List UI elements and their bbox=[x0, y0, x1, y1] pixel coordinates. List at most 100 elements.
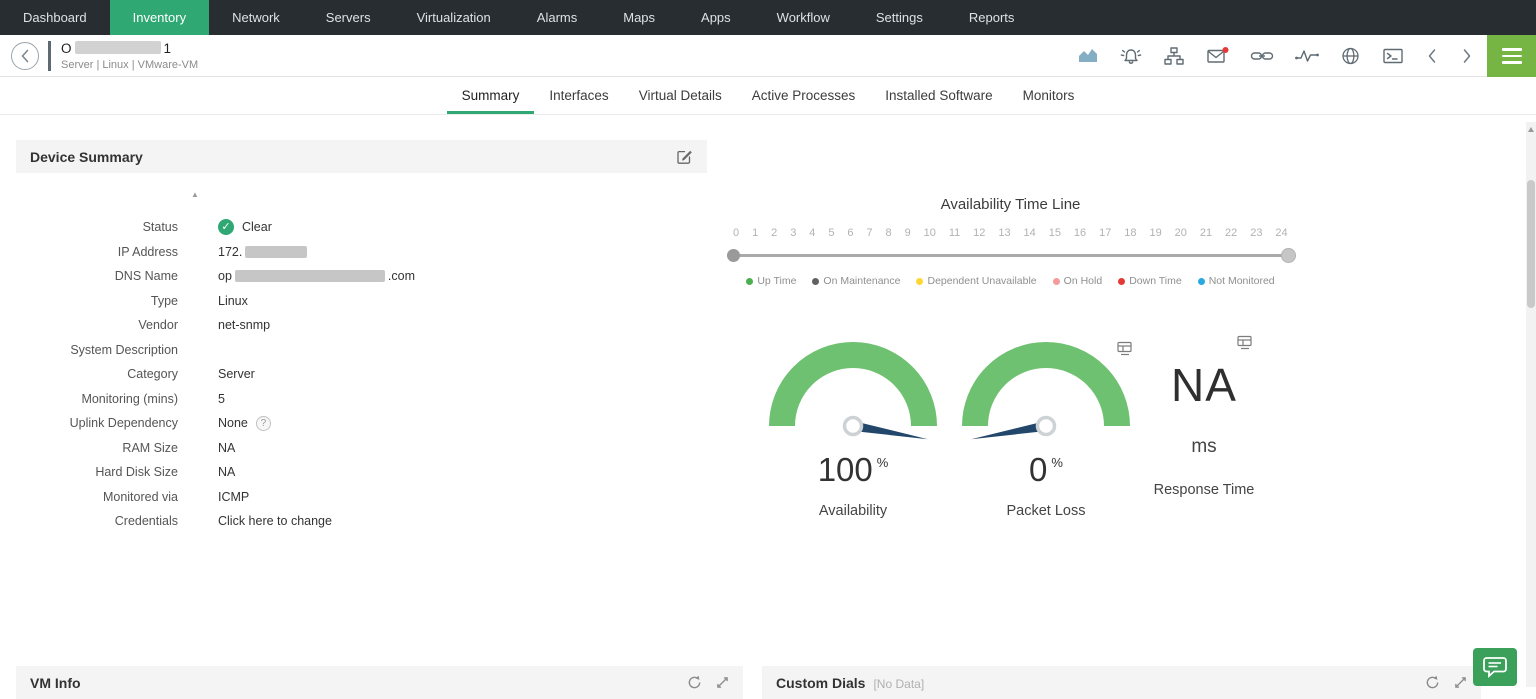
redacted-text bbox=[74, 40, 161, 54]
refresh-icon[interactable] bbox=[1425, 675, 1440, 690]
collapse-icon[interactable]: ▲ bbox=[191, 190, 199, 199]
legend-item-down-time: Down Time bbox=[1118, 275, 1182, 287]
nav-item-settings[interactable]: Settings bbox=[853, 0, 946, 35]
help-icon[interactable]: ? bbox=[255, 415, 271, 431]
legend-dot bbox=[812, 277, 820, 285]
expand-icon[interactable] bbox=[716, 676, 729, 689]
field-label: Uplink Dependency bbox=[69, 416, 178, 430]
back-button[interactable] bbox=[11, 41, 39, 70]
tab-monitors[interactable]: Monitors bbox=[1008, 77, 1090, 114]
chat-icon bbox=[1483, 657, 1507, 678]
performance-chart-icon[interactable] bbox=[1077, 46, 1099, 66]
packet-loss-dial: 0% Packet Loss bbox=[961, 342, 1131, 519]
alarm-icon[interactable] bbox=[1120, 46, 1142, 66]
tick-label: 2 bbox=[771, 227, 778, 239]
field-value: Linux bbox=[218, 293, 248, 308]
tick-label: 23 bbox=[1250, 227, 1263, 239]
title-divider bbox=[48, 40, 51, 71]
tab-active-processes[interactable]: Active Processes bbox=[737, 77, 871, 114]
field-value: ICMP bbox=[218, 489, 250, 504]
tick-label: 3 bbox=[790, 227, 797, 239]
nav-item-network[interactable]: Network bbox=[209, 0, 303, 35]
legend-dot bbox=[916, 277, 924, 285]
edit-icon[interactable] bbox=[676, 148, 693, 165]
nav-item-maps[interactable]: Maps bbox=[600, 0, 678, 35]
status-clear-icon: ✓ bbox=[218, 219, 234, 235]
availability-dial: 100% Availability bbox=[768, 342, 938, 519]
legend-item-not-monitored: Not Monitored bbox=[1197, 275, 1275, 287]
tab-installed-software[interactable]: Installed Software bbox=[870, 77, 1007, 114]
response-graph-icon[interactable] bbox=[1295, 46, 1319, 66]
app-window: { "nav": { "items": ["Dashboard", "Inven… bbox=[0, 0, 1536, 699]
tab-interfaces[interactable]: Interfaces bbox=[534, 77, 623, 114]
nav-item-inventory[interactable]: Inventory bbox=[109, 0, 210, 35]
dial-report-icon[interactable] bbox=[1237, 335, 1253, 355]
tick-label: 7 bbox=[866, 227, 873, 239]
device-header-bar: O1 Server | Linux | VMware-VM bbox=[0, 35, 1536, 77]
link-icon[interactable] bbox=[1250, 46, 1274, 66]
field-label: RAM Size bbox=[122, 440, 178, 455]
nav-item-alarms[interactable]: Alarms bbox=[514, 0, 600, 35]
no-data-label: [No Data] bbox=[873, 676, 925, 691]
field-label: DNS Name bbox=[114, 269, 178, 283]
dial-unit: ms bbox=[1191, 436, 1217, 457]
field-row-monitoring-mins: Monitoring (mins) 5 bbox=[16, 391, 707, 407]
timeline-ticks: 0 1 2 3 4 5 6 7 8 9 10 11 12 13 14 15 16 17 18 19 20 21 22 23 24 bbox=[733, 227, 1288, 239]
nav-item-servers[interactable]: Servers bbox=[303, 0, 394, 35]
slider-handle-left[interactable] bbox=[727, 249, 740, 262]
nav-item-workflow[interactable]: Workflow bbox=[754, 0, 853, 35]
field-value: net-snmp bbox=[218, 318, 271, 332]
nav-item-apps[interactable]: Apps bbox=[678, 0, 754, 35]
chat-button[interactable] bbox=[1473, 648, 1517, 686]
field-label: Monitored via bbox=[102, 489, 178, 504]
device-summary-panel: Device Summary bbox=[16, 140, 707, 173]
field-label: Status bbox=[142, 220, 178, 234]
nav-item-dashboard[interactable]: Dashboard bbox=[0, 0, 110, 35]
field-row-uplink-dependency: Uplink Dependency None? bbox=[16, 415, 707, 431]
field-value[interactable]: Click here to change bbox=[218, 514, 332, 528]
device-title-block: O1 Server | Linux | VMware-VM bbox=[61, 40, 198, 71]
tick-label: 9 bbox=[904, 227, 911, 239]
field-value: op .com bbox=[218, 269, 415, 283]
redacted-text bbox=[245, 245, 308, 258]
tick-label: 4 bbox=[809, 227, 816, 239]
previous-device-icon[interactable] bbox=[1425, 46, 1439, 66]
field-value: None? bbox=[218, 415, 271, 431]
tab-summary[interactable]: Summary bbox=[447, 77, 535, 114]
nav-item-reports[interactable]: Reports bbox=[946, 0, 1038, 35]
tab-virtual-details[interactable]: Virtual Details bbox=[624, 77, 737, 114]
field-row-ram-size: RAM Size NA bbox=[16, 440, 707, 456]
field-value: NA bbox=[218, 440, 236, 455]
scroll-up-icon[interactable] bbox=[1528, 127, 1534, 132]
tick-label: 15 bbox=[1048, 227, 1061, 239]
dial-value: 100% bbox=[817, 451, 889, 488]
menu-icon[interactable] bbox=[1487, 35, 1536, 77]
field-label: Category bbox=[127, 367, 178, 381]
legend-dot bbox=[1118, 277, 1126, 285]
legend-item-up-time: Up Time bbox=[746, 275, 796, 287]
expand-icon[interactable] bbox=[1454, 676, 1467, 689]
field-label: Vendor bbox=[138, 318, 178, 332]
tick-label: 18 bbox=[1124, 227, 1137, 239]
legend-label: Not Monitored bbox=[1208, 275, 1275, 287]
timeline-slider[interactable] bbox=[727, 248, 1296, 263]
refresh-icon[interactable] bbox=[687, 675, 702, 690]
legend-dot bbox=[1052, 277, 1060, 285]
field-row-category: Category Server bbox=[16, 366, 707, 382]
next-device-icon[interactable] bbox=[1460, 46, 1474, 66]
topology-icon[interactable] bbox=[1163, 46, 1185, 66]
legend-label: Dependent Unavailable bbox=[927, 275, 1037, 287]
slider-handle-right[interactable] bbox=[1281, 248, 1296, 263]
terminal-icon[interactable] bbox=[1382, 46, 1404, 66]
web-icon[interactable] bbox=[1340, 46, 1361, 66]
mail-icon[interactable] bbox=[1206, 46, 1229, 66]
scrollbar-thumb[interactable] bbox=[1527, 180, 1535, 308]
scrollbar-track[interactable] bbox=[1526, 122, 1536, 687]
tick-label: 5 bbox=[828, 227, 835, 239]
vm-info-panel: VM Info bbox=[16, 666, 743, 699]
field-label: Credentials bbox=[114, 514, 178, 528]
tick-label: 17 bbox=[1099, 227, 1112, 239]
nav-item-virtualization[interactable]: Virtualization bbox=[394, 0, 514, 35]
field-label: IP Address bbox=[117, 244, 178, 259]
dial-report-icon[interactable] bbox=[1117, 341, 1133, 361]
